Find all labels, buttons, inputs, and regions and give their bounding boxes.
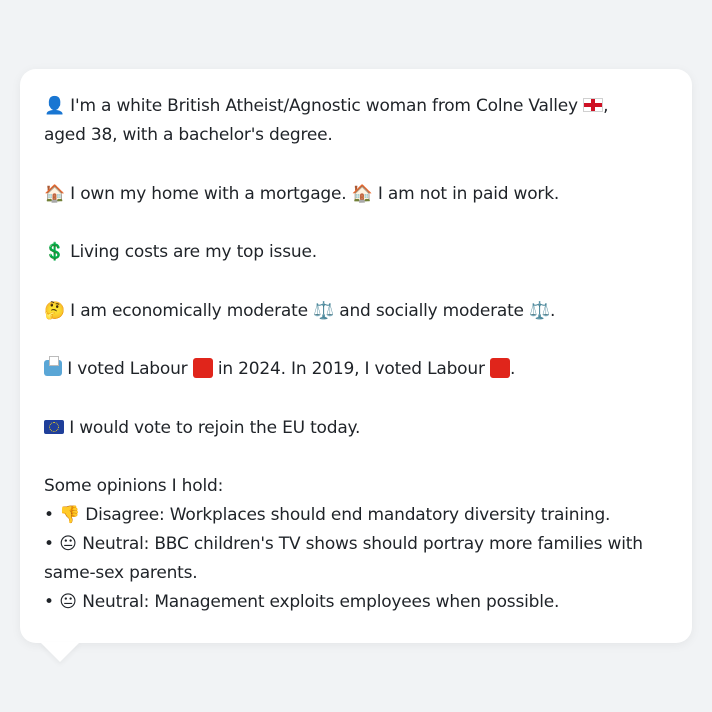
- vote-text-c: .: [509, 359, 516, 379]
- person-silhouette-icon: 👤: [44, 96, 65, 116]
- eu-line: I would vote to rejoin the EU today.: [44, 414, 644, 443]
- opinion-text: Neutral: BBC children's TV shows should …: [44, 534, 643, 583]
- ballot-box-icon: [44, 356, 62, 376]
- housing-line: 🏠 I own my home with a mortgage. 🏠 I am …: [44, 180, 644, 209]
- opinion-item: • 😐 Neutral: BBC children's TV shows sho…: [44, 530, 644, 588]
- top-issue-text: Living costs are my top issue.: [64, 242, 317, 262]
- neutral-face-icon: 😐: [59, 592, 77, 612]
- opinion-item: • 👎 Disagree: Workplaces should end mand…: [44, 501, 644, 530]
- labour-red-square-icon: [192, 358, 213, 378]
- labour-red-square-icon-2: [489, 358, 510, 378]
- housing-text-b: I am not in paid work.: [372, 183, 560, 204]
- eu-flag-icon: [44, 419, 64, 434]
- house-icon-2: 🏠: [351, 183, 373, 204]
- thinking-face-icon: 🤔: [44, 300, 65, 321]
- opinion-text: Disagree: Workplaces should end mandator…: [80, 505, 611, 525]
- persona-message-card: 👤 I'm a white British Atheist/Agnostic w…: [20, 69, 692, 643]
- persona-content: 👤 I'm a white British Atheist/Agnostic w…: [44, 92, 644, 617]
- thumbs-down-icon: 👎: [59, 505, 81, 525]
- demographics-text-a: I'm a white British Atheist/Agnostic wom…: [64, 96, 584, 116]
- ideology-text-c: .: [550, 300, 556, 321]
- housing-text-a: I own my home with a mortgage.: [64, 183, 352, 204]
- vote-text-a: I voted Labour: [62, 359, 193, 379]
- england-flag-icon: [583, 98, 604, 112]
- eu-text: I would vote to rejoin the EU today.: [64, 417, 361, 438]
- vote-history-line: I voted Labour in 2024. In 2019, I voted…: [44, 355, 644, 384]
- bullet: •: [44, 592, 54, 612]
- dollar-sign-icon: 💲: [44, 242, 65, 262]
- balance-scale-icon: ⚖️: [313, 300, 335, 321]
- bullet: •: [44, 505, 54, 525]
- neutral-face-icon: 😐: [59, 534, 77, 554]
- ideology-text-a: I am economically moderate: [64, 300, 314, 321]
- ideology-line: 🤔 I am economically moderate ⚖️ and soci…: [44, 297, 644, 326]
- ideology-text-b: and socially moderate: [334, 300, 530, 321]
- speech-bubble-tail: [40, 642, 80, 662]
- top-issue-line: 💲 Living costs are my top issue.: [44, 238, 644, 267]
- demographics-line: 👤 I'm a white British Atheist/Agnostic w…: [44, 92, 644, 150]
- bullet: •: [44, 534, 54, 554]
- balance-scale-icon-2: ⚖️: [529, 300, 550, 321]
- vote-text-b: in 2024. In 2019, I voted Labour: [212, 359, 490, 379]
- house-icon: 🏠: [44, 183, 65, 204]
- opinion-item: • 😐 Neutral: Management exploits employe…: [44, 588, 644, 617]
- opinions-heading: Some opinions I hold:: [44, 476, 224, 496]
- opinion-text: Neutral: Management exploits employees w…: [77, 592, 560, 612]
